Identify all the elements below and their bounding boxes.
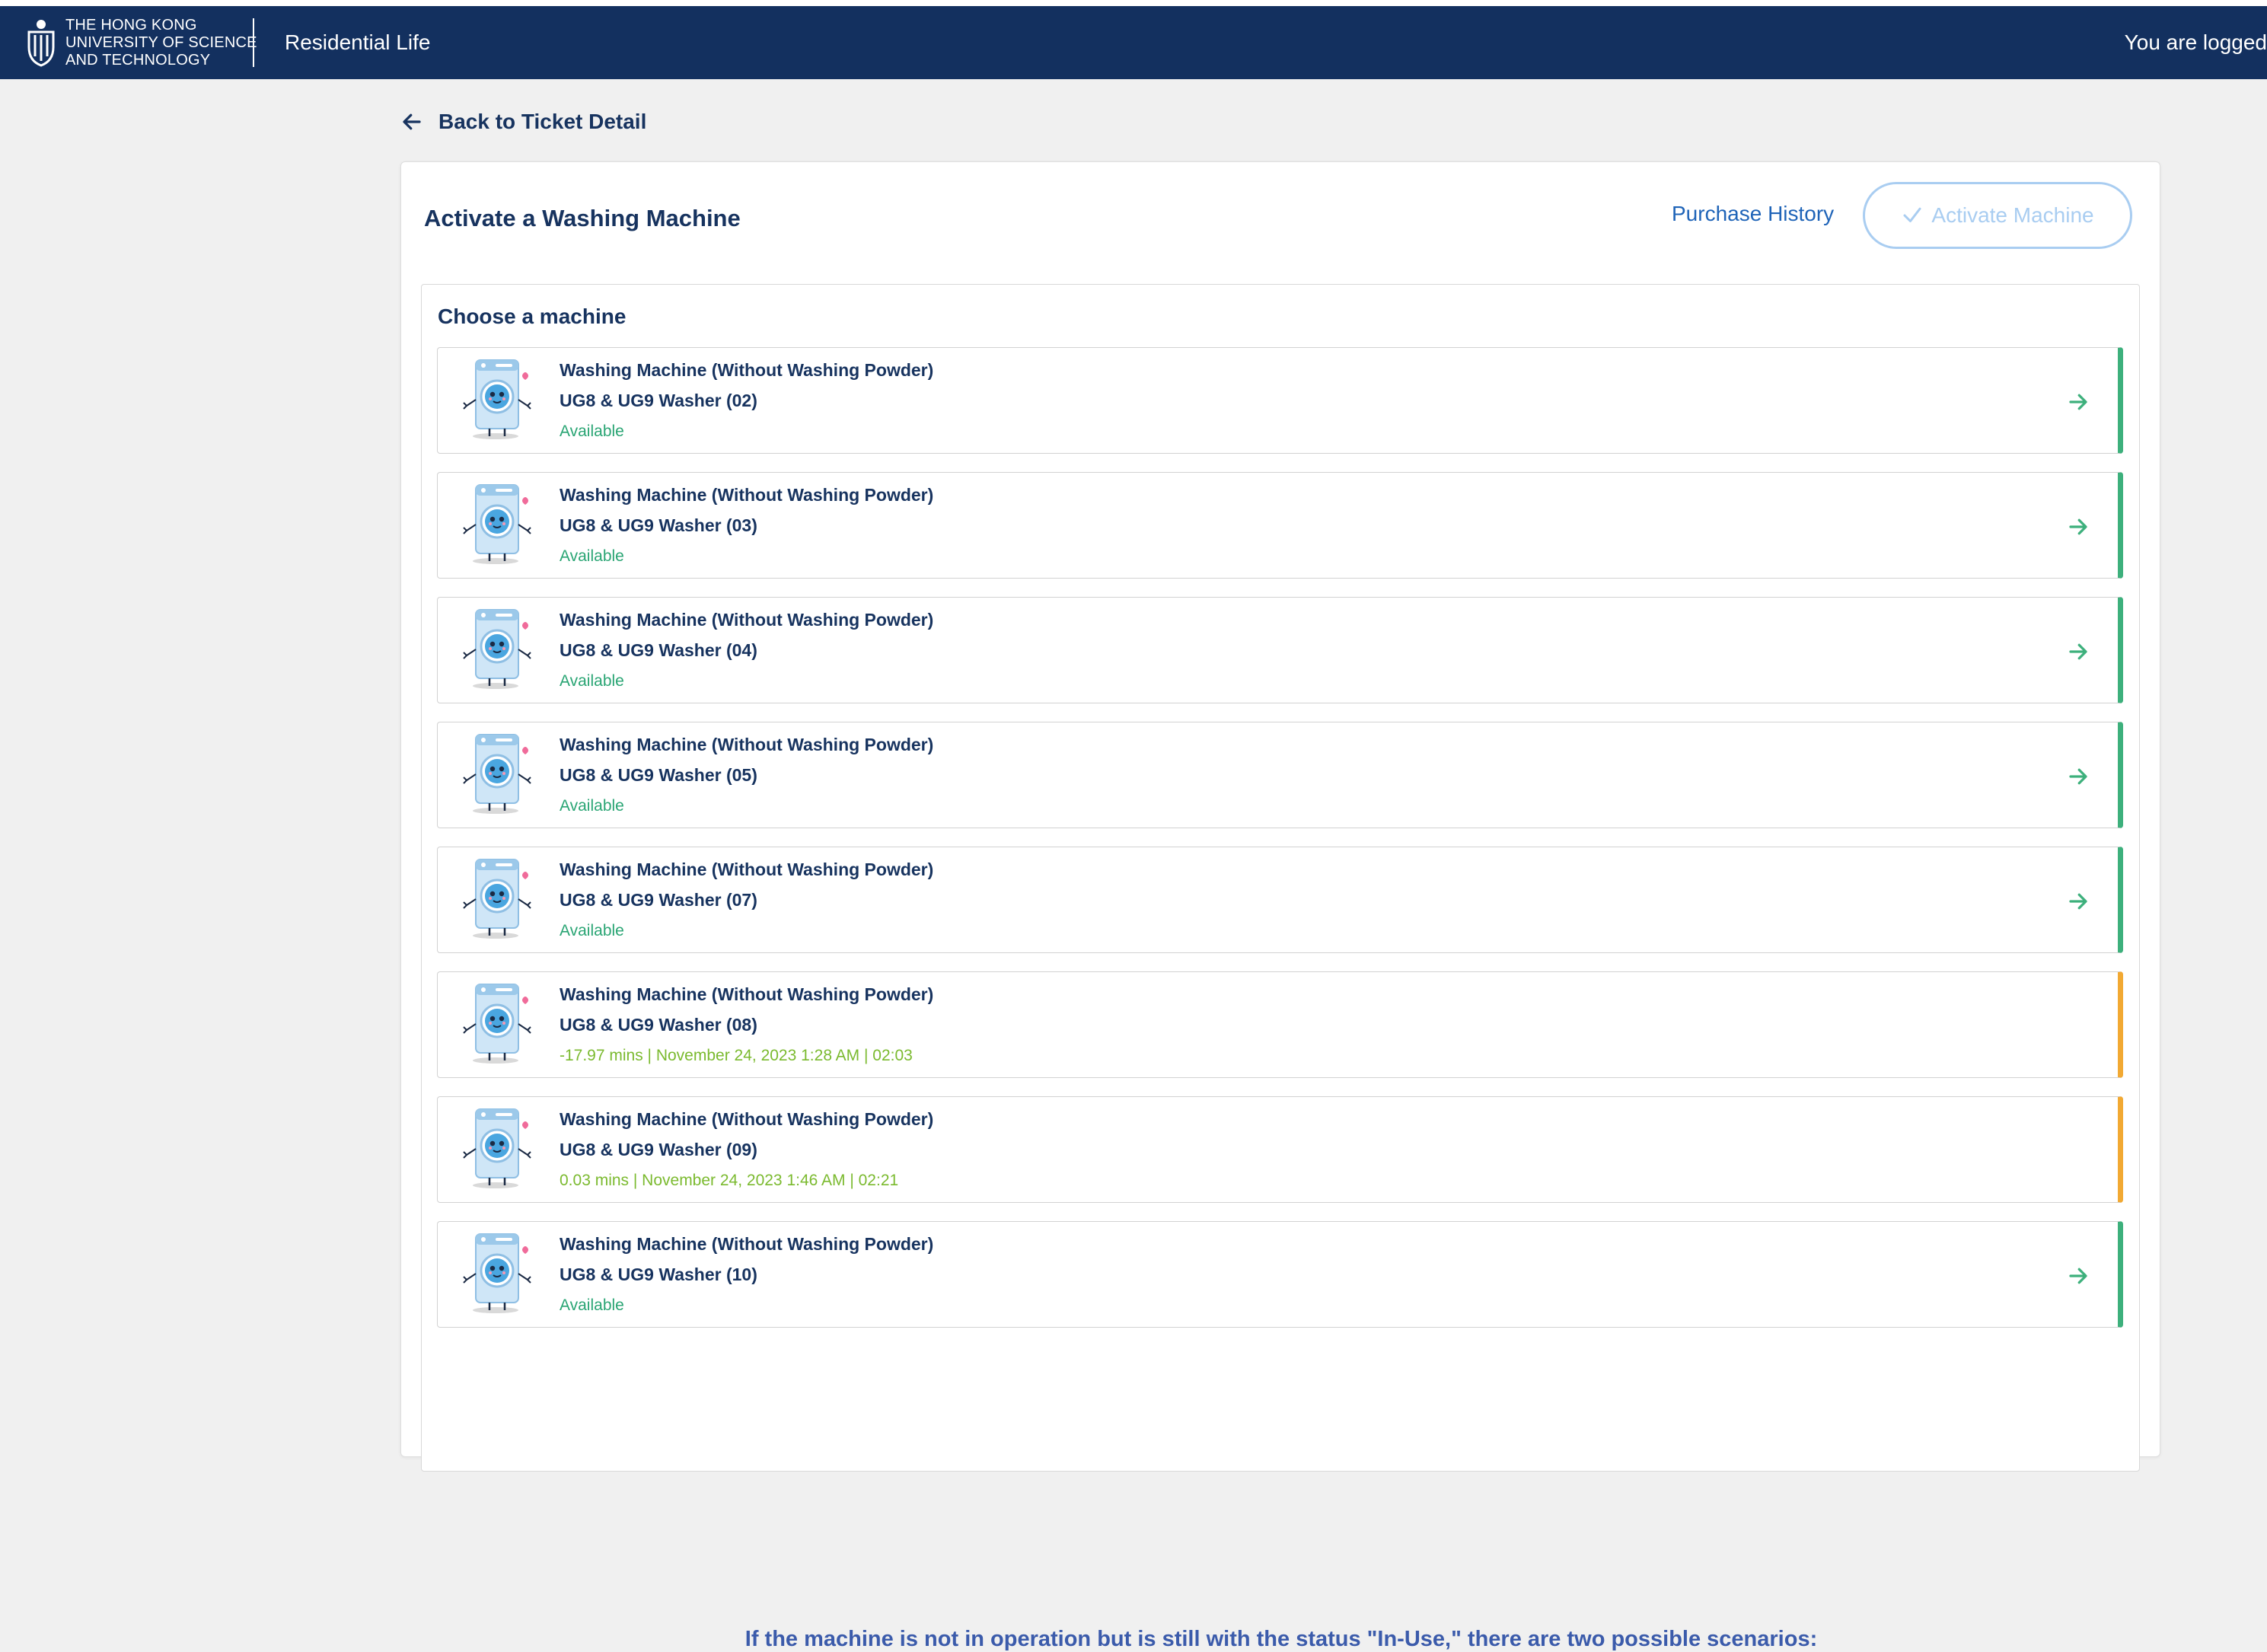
washing-machine-icon [463, 1233, 531, 1313]
arrow-left-icon [403, 113, 421, 130]
machine-status: Available [560, 1296, 624, 1314]
arrow-right-icon[interactable] [2067, 890, 2090, 913]
machine-type: Washing Machine (Without Washing Powder) [560, 360, 934, 380]
machine-type: Washing Machine (Without Washing Powder) [560, 485, 934, 505]
machine-type: Washing Machine (Without Washing Powder) [560, 1109, 934, 1129]
check-icon [1903, 207, 1921, 222]
washing-machine-icon [463, 859, 531, 939]
machine-type: Washing Machine (Without Washing Powder) [560, 735, 934, 754]
machine-status: Available [560, 797, 624, 815]
machine-row[interactable]: Washing Machine (Without Washing Powder)… [437, 722, 2123, 828]
back-to-ticket-link[interactable]: Back to Ticket Detail [400, 110, 646, 134]
machine-name: UG8 & UG9 Washer (02) [560, 391, 757, 410]
page-title: Activate a Washing Machine [424, 205, 741, 231]
choose-machine-heading: Choose a machine [438, 305, 627, 328]
machine-status: 0.03 mins | November 24, 2023 1:46 AM | … [560, 1172, 899, 1189]
machine-name: UG8 & UG9 Washer (10) [560, 1265, 757, 1284]
machine-name: UG8 & UG9 Washer (09) [560, 1140, 757, 1159]
logo-text: The Hong Kong University of Science and … [65, 17, 257, 69]
machine-name: UG8 & UG9 Washer (04) [560, 640, 757, 660]
machine-row[interactable]: Washing Machine (Without Washing Powder)… [437, 597, 2123, 703]
user-status: You are logged [2124, 30, 2267, 54]
washing-machine-icon [463, 484, 531, 564]
arrow-right-icon[interactable] [2067, 391, 2090, 413]
arrow-right-icon[interactable] [2067, 640, 2090, 663]
hkust-emblem-icon [27, 19, 55, 67]
machine-status: Available [560, 922, 624, 939]
machine-name: UG8 & UG9 Washer (08) [560, 1015, 757, 1035]
machine-type: Washing Machine (Without Washing Powder) [560, 1234, 934, 1254]
logo-line: University of Science [65, 34, 257, 51]
machine-status: Available [560, 547, 624, 565]
machine-type: Washing Machine (Without Washing Powder) [560, 859, 934, 879]
machine-row[interactable]: Washing Machine (Without Washing Powder)… [437, 1096, 2123, 1203]
machine-type: Washing Machine (Without Washing Powder) [560, 610, 934, 630]
machine-name: UG8 & UG9 Washer (05) [560, 765, 757, 785]
machine-panel: Choose a machine Washing Machine (Withou… [421, 284, 2140, 1651]
back-link-label: Back to Ticket Detail [438, 110, 647, 133]
washing-machine-icon [463, 609, 531, 689]
top-header: The Hong Kong University of Science and … [0, 6, 2267, 79]
machine-row[interactable]: Washing Machine (Without Washing Powder)… [437, 971, 2123, 1078]
activate-machine-button[interactable]: Activate Machine [1863, 182, 2132, 249]
activate-card: Activate a Washing Machine Purchase Hist… [400, 161, 2160, 1651]
in-use-note: If the machine is not in operation but i… [745, 1627, 1818, 1651]
arrow-right-icon[interactable] [2067, 515, 2090, 538]
header-divider [253, 18, 254, 67]
machine-row[interactable]: Washing Machine (Without Washing Powder)… [437, 347, 2123, 454]
machine-name: UG8 & UG9 Washer (03) [560, 515, 757, 535]
washing-machine-icon [463, 359, 531, 439]
arrow-right-icon[interactable] [2067, 1265, 2090, 1287]
machine-row[interactable]: Washing Machine (Without Washing Powder)… [437, 1221, 2123, 1328]
arrow-right-icon[interactable] [2067, 765, 2090, 788]
machine-type: Washing Machine (Without Washing Powder) [560, 984, 934, 1004]
machine-status: Available [560, 423, 624, 440]
top-strip [0, 0, 2267, 6]
machine-status: -17.97 mins | November 24, 2023 1:28 AM … [560, 1047, 913, 1064]
purchase-history-link[interactable]: Purchase History [1672, 202, 1834, 226]
machine-row[interactable]: Washing Machine (Without Washing Powder)… [437, 847, 2123, 953]
machine-list: Washing Machine (Without Washing Powder)… [437, 347, 2123, 1346]
university-logo[interactable]: The Hong Kong University of Science and … [23, 17, 257, 69]
machine-row[interactable]: Washing Machine (Without Washing Powder)… [437, 472, 2123, 579]
washing-machine-icon [463, 984, 531, 1064]
logo-line: The Hong Kong [65, 17, 197, 33]
app-title[interactable]: Residential Life [285, 29, 430, 56]
machine-name: UG8 & UG9 Washer (07) [560, 890, 757, 910]
washing-machine-icon [463, 1108, 531, 1188]
machine-status: Available [560, 672, 624, 690]
logo-line: and Technology [65, 52, 211, 69]
activate-button-label: Activate Machine [1931, 203, 2094, 227]
washing-machine-icon [463, 734, 531, 814]
